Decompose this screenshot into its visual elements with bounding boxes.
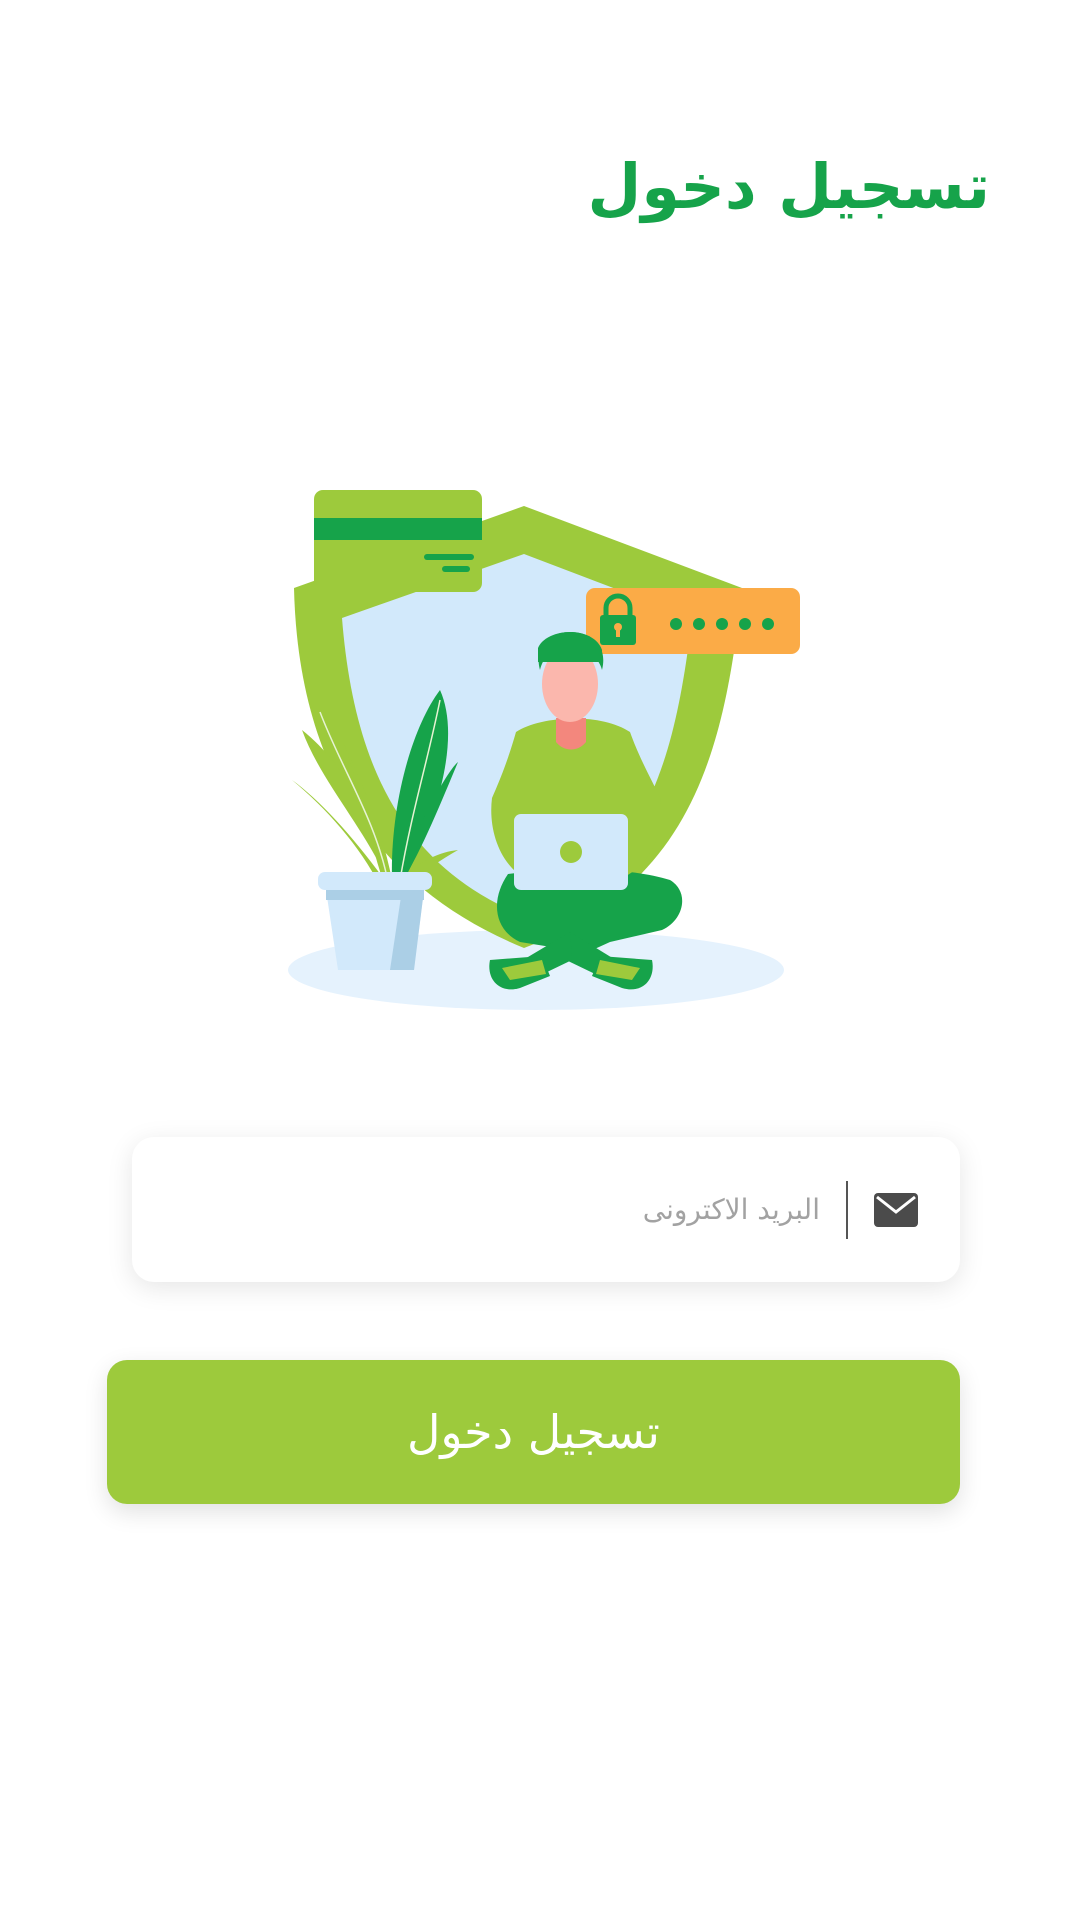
login-illustration [280,480,800,1020]
email-input[interactable] [132,1137,846,1282]
envelope-icon [874,1192,918,1227]
password-field-graphic [586,588,800,654]
laptop-icon [514,814,628,890]
email-field [132,1137,960,1282]
input-divider [846,1180,848,1239]
login-button[interactable]: تسجيل دخول [107,1360,960,1504]
page-title: تسجيل دخول [587,150,990,223]
credit-card-icon [314,490,482,592]
